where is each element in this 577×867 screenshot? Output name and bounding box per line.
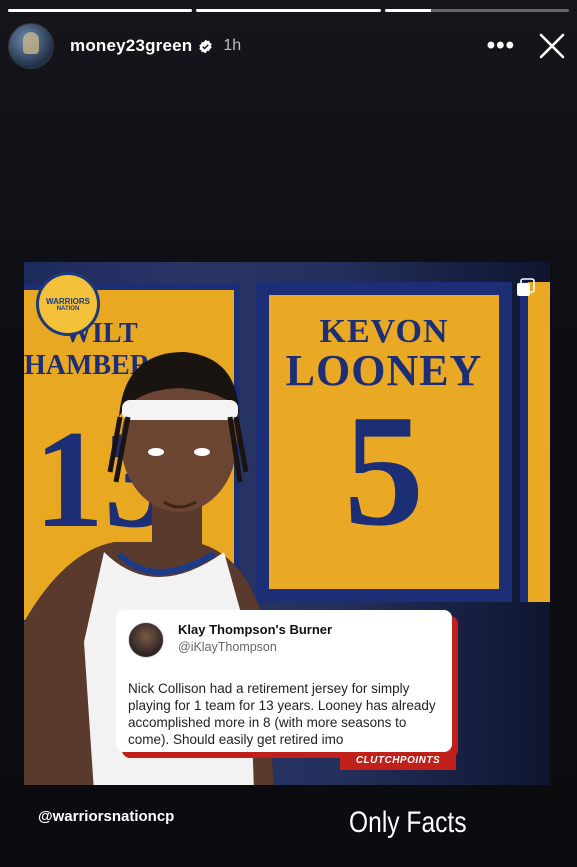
progress-segment xyxy=(196,9,381,12)
story-image[interactable]: WILT HAMBER 13 KEVON LOONEY 5 WARRIORS N… xyxy=(24,262,550,785)
username[interactable]: money23green xyxy=(70,36,192,56)
tweet-handle: @iKlayThompson xyxy=(178,640,277,654)
more-horizontal-icon[interactable]: ••• xyxy=(487,34,515,58)
clutchpoints-watermark: CLUTCHPOINTS xyxy=(340,752,456,770)
close-icon[interactable] xyxy=(537,31,567,61)
verified-badge-icon xyxy=(199,39,213,53)
multiple-images-icon xyxy=(517,278,535,296)
tweet-avatar xyxy=(128,622,164,658)
warriors-nation-logo: WARRIORS NATION xyxy=(36,272,100,336)
jersey-banner-main: KEVON LOONEY 5 xyxy=(256,282,512,602)
tweet-display-name: Klay Thompson's Burner xyxy=(178,622,333,637)
progress-segment xyxy=(384,9,569,12)
post-time: 1h xyxy=(223,37,242,54)
tweet-card: Klay Thompson's Burner @iKlayThompson Ni… xyxy=(116,610,452,752)
jersey-banner-right xyxy=(520,282,550,602)
mention-sticker[interactable]: @warriorsnationcp xyxy=(38,808,174,825)
logo-text-top: WARRIORS xyxy=(46,296,90,306)
story-header: money23green 1h ••• xyxy=(8,23,567,69)
avatar[interactable] xyxy=(8,23,54,69)
tweet-text: Nick Collison had a retirement jersey fo… xyxy=(128,681,436,747)
story-progress-bar xyxy=(8,9,569,12)
banner-number: 5 xyxy=(344,381,424,559)
logo-text-bottom: NATION xyxy=(56,305,80,312)
progress-segment xyxy=(8,9,193,12)
story-caption: Only Facts xyxy=(349,806,467,839)
